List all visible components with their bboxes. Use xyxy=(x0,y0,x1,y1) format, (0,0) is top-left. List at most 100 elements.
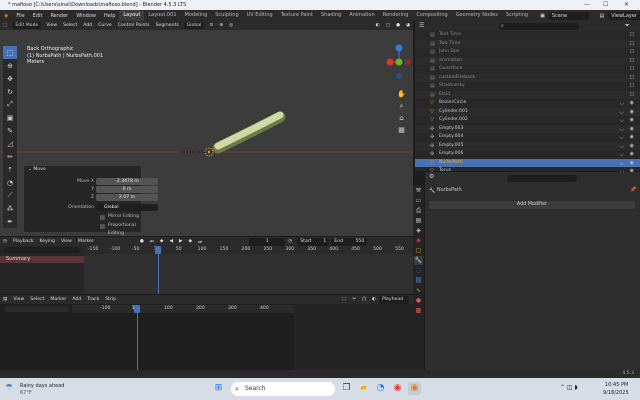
shading-material-icon[interactable]: ◕ xyxy=(403,23,413,28)
filter-icon[interactable]: ⏷ xyxy=(625,22,630,30)
grid-icon[interactable]: ▦ xyxy=(397,126,406,135)
orientation-dropdown[interactable]: Global xyxy=(96,204,158,211)
visibility-icon[interactable]: ☐ xyxy=(630,91,636,100)
blender-taskbar-icon[interactable]: ◉ xyxy=(408,382,421,395)
timeline-editor-icon[interactable]: ◷ xyxy=(0,239,10,244)
proportional-icon[interactable]: ◎ xyxy=(226,23,236,28)
collapse-icon[interactable]: ⌄ xyxy=(28,167,32,172)
menu-seq-view[interactable]: View xyxy=(10,297,27,302)
select-tool-icon[interactable]: ⬚ xyxy=(339,297,349,302)
tray-icons[interactable]: ⌃ ◫ ◗ xyxy=(560,384,578,391)
menu-seq-track[interactable]: Track xyxy=(84,297,102,302)
measure-icon[interactable]: ◿ xyxy=(3,137,17,150)
editor-type-icon[interactable]: ⬚ xyxy=(0,23,10,28)
outliner-item[interactable]: ▤ Text Time ☐ xyxy=(415,31,640,40)
visibility-icon[interactable]: ☐ xyxy=(630,31,636,40)
tab-animation[interactable]: Animation xyxy=(345,10,379,21)
menu-help[interactable]: Help xyxy=(100,13,119,19)
transform-icon[interactable]: ▣ xyxy=(3,111,17,124)
task-view-icon[interactable]: ❐ xyxy=(340,382,353,395)
tab-layout[interactable]: Layout xyxy=(119,10,145,21)
tab-sculpting[interactable]: Sculpting xyxy=(211,10,242,21)
sequencer-editor-icon[interactable]: ▤ xyxy=(0,297,10,302)
outliner-item[interactable]: ▤ Eloid ☐ xyxy=(415,90,640,100)
end-frame-field[interactable]: End 550 xyxy=(331,237,368,246)
outliner-item[interactable]: ▽ Cylinder.002 ◡ ◉ xyxy=(415,116,640,125)
clock-time[interactable]: 10:45 PM xyxy=(605,382,628,388)
menu-control-points[interactable]: Control Points xyxy=(115,23,153,28)
orientation-selector[interactable]: Global xyxy=(183,22,205,29)
menu-timeline-view[interactable]: View xyxy=(58,239,75,244)
tilt-icon[interactable]: ⟋ xyxy=(3,189,17,202)
radius-icon[interactable]: ◔ xyxy=(3,176,17,189)
outliner-item[interactable]: ▤ Guestface ☐ xyxy=(415,65,640,74)
file-explorer-icon[interactable]: ▰ xyxy=(357,382,370,395)
select-box-icon[interactable]: ⬚ xyxy=(3,46,17,59)
outliner-item[interactable]: ▽ BezierCircle ◡ ◉ xyxy=(415,99,640,108)
playhead-dropdown[interactable]: Playhead xyxy=(379,295,409,304)
visibility-icon[interactable]: ☐ xyxy=(630,82,636,91)
record-icon[interactable]: ● xyxy=(137,239,147,244)
weather-icon[interactable]: ☂ xyxy=(5,383,13,393)
menu-add[interactable]: Add xyxy=(80,23,95,28)
outliner-item[interactable]: ▤ animation ☐ xyxy=(415,56,640,65)
scale-icon[interactable]: ⤢ xyxy=(3,98,17,111)
outliner-item[interactable]: ✣ Empty.005 ◡ ◉ xyxy=(415,141,640,151)
chrome-icon[interactable]: ◉ xyxy=(391,382,404,395)
outliner-item[interactable]: ✣ Empty.004 ◡ ◉ xyxy=(415,133,640,142)
sequencer[interactable]: -1001100200300400 xyxy=(0,304,413,370)
menu-playback[interactable]: Playback xyxy=(10,239,37,244)
overlay-seq-icon[interactable]: ◐ xyxy=(369,297,379,302)
tab-modeling[interactable]: Modeling xyxy=(181,10,212,21)
outliner-item[interactable]: ▤ John Doe ☐ xyxy=(415,48,640,57)
constraints-tab-icon[interactable]: ⛓ xyxy=(414,276,423,285)
view-layer-selector[interactable]: ViewLayer xyxy=(608,11,640,20)
visibility-icon[interactable]: ◡ ◉ xyxy=(620,150,636,159)
blender-logo-icon[interactable]: ◉ xyxy=(0,13,12,19)
outliner-item[interactable]: ✣ Empty.003 ◡ ◉ xyxy=(415,124,640,133)
play-reverse-icon[interactable]: ◀ xyxy=(166,239,176,244)
visibility-icon[interactable]: ◡ ◉ xyxy=(620,159,636,168)
move-x-field[interactable]: -2.3478 m xyxy=(96,178,158,185)
visibility-icon[interactable]: ◡ ◉ xyxy=(620,142,636,151)
pin-icon[interactable]: 📌 xyxy=(630,187,636,193)
cursor-icon[interactable]: ⊕ xyxy=(3,59,17,72)
tab-rendering[interactable]: Rendering xyxy=(379,10,413,21)
snap-icon[interactable]: ⊕ xyxy=(216,23,226,28)
scene-tab-icon[interactable]: ◈ xyxy=(414,226,423,235)
outliner-item[interactable]: ▤ Shadowsky ☐ xyxy=(415,82,640,91)
output-tab-icon[interactable]: ⎙ xyxy=(414,206,423,215)
xray-icon[interactable]: ▢ xyxy=(383,23,393,28)
sequencer-search-input[interactable] xyxy=(4,306,70,312)
outliner-search-input[interactable]: ⌕ xyxy=(499,22,579,30)
snap-magnet-icon[interactable]: ⋂ xyxy=(359,297,369,302)
prev-key-icon[interactable]: ◆ xyxy=(157,239,167,244)
visibility-icon[interactable]: ☐ xyxy=(630,74,636,83)
menu-view[interactable]: View xyxy=(43,23,60,28)
taskbar-search[interactable]: ⌕ Search xyxy=(231,382,335,396)
texture-tab-icon[interactable]: ▩ xyxy=(414,306,423,315)
menu-window[interactable]: Window xyxy=(72,13,100,19)
object-tab-icon[interactable]: ▢ xyxy=(414,246,423,255)
sequencer-ruler[interactable]: -1001100200300400 xyxy=(72,305,294,313)
move-icon[interactable]: ✥ xyxy=(3,72,17,85)
mode-selector[interactable]: Edit Mode xyxy=(12,22,42,29)
zoom-icon[interactable]: ⌕ xyxy=(397,102,406,111)
overlay-icon[interactable]: ◐ xyxy=(373,23,383,28)
menu-seq-add[interactable]: Add xyxy=(69,297,84,302)
menu-marker[interactable]: Marker xyxy=(75,239,97,244)
visibility-icon[interactable]: ◡ ◉ xyxy=(620,116,636,125)
tab-compositing[interactable]: Compositing xyxy=(412,10,451,21)
visibility-icon[interactable]: ◡ ◉ xyxy=(620,99,636,108)
render-tab-icon[interactable]: ▭ xyxy=(414,196,423,205)
start-icon[interactable]: ⊞ xyxy=(212,382,225,395)
view-layer-tab-icon[interactable]: ▤ xyxy=(414,216,423,225)
maximize-button[interactable]: ☐ xyxy=(603,0,608,10)
properties-search-input[interactable] xyxy=(507,175,577,182)
next-key-icon[interactable]: ◆ xyxy=(186,239,196,244)
tab-geometry-nodes[interactable]: Geometry Nodes xyxy=(452,10,502,21)
outliner-editor-icon[interactable]: ☰ xyxy=(419,22,424,29)
move-y-field[interactable]: 0 m xyxy=(96,186,158,193)
menu-seq-select[interactable]: Select xyxy=(27,297,47,302)
weather-text[interactable]: Rainy days ahead xyxy=(20,383,64,389)
